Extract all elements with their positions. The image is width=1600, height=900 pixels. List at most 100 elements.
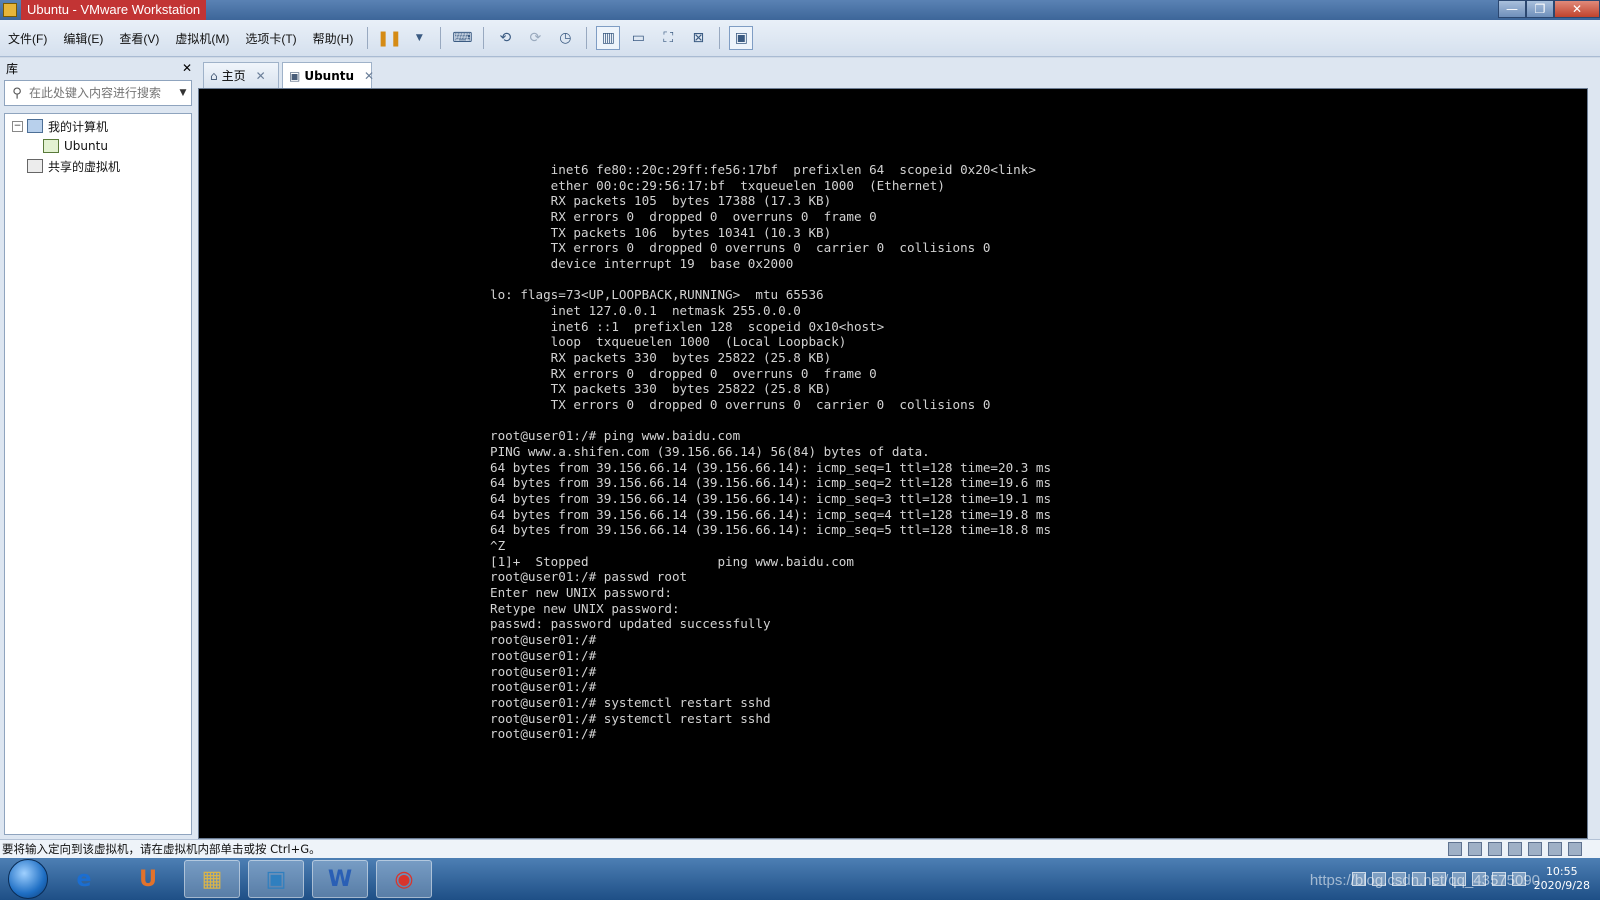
sound-icon[interactable] — [1528, 842, 1542, 856]
terminal-line: root@user01:/# ping www.baidu.com — [490, 428, 741, 444]
tree-item-my-computer[interactable]: − 我的计算机 — [5, 116, 191, 136]
terminal-line: 64 bytes from 39.156.66.14 (39.156.66.14… — [490, 522, 1052, 538]
status-message: 要将输入定向到该虚拟机，请在虚拟机内部单击或按 Ctrl+G。 — [2, 842, 321, 856]
library-search: ⚲ ▼ — [4, 80, 192, 106]
close-button[interactable]: ✕ — [1554, 0, 1600, 18]
security-icon[interactable] — [1411, 872, 1426, 886]
taskbar: e U ▦ ▣ W ◉ https://blog.csdn.net/qq_43575090… — [0, 858, 1600, 900]
update-icon[interactable] — [1431, 872, 1446, 886]
terminal-line: ether 00:0c:29:56:17:bf txqueuelen 1000 … — [490, 177, 945, 193]
vmware-icon[interactable]: ▣ — [248, 860, 304, 898]
terminal-line: 64 bytes from 39.156.66.14 (39.156.66.14… — [490, 475, 1052, 491]
terminal-line: [1]+ Stopped ping www.baidu.com — [490, 553, 854, 569]
start-button[interactable] — [8, 859, 48, 899]
library-header: 库 ✕ — [0, 58, 198, 78]
maximize-button[interactable]: ❐ — [1526, 0, 1554, 18]
toolbar-separator — [719, 27, 721, 49]
menu-vm[interactable]: 虚拟机(M) — [167, 30, 237, 47]
tab-close-icon[interactable]: ✕ — [256, 69, 266, 83]
terminal-line: PING www.a.shifen.com (39.156.66.14) 56(… — [490, 444, 930, 460]
terminal-line: inet6 ::1 prefixlen 128 scopeid 0x10<hos… — [490, 318, 885, 334]
clock-date: 2020/9/28 — [1533, 879, 1590, 892]
vm-console[interactable]: inet6 fe80::20c:29ff:fe56:17bf prefixlen… — [198, 88, 1588, 839]
library-tree: − 我的计算机 Ubuntu 共享的虚拟机 — [4, 113, 192, 835]
terminal-line: root@user01:/# — [490, 663, 597, 679]
window-title: Ubuntu - VMware Workstation — [21, 0, 207, 20]
computer-icon — [27, 119, 43, 133]
console-view-icon[interactable]: ▣ — [729, 26, 754, 50]
display-icon[interactable] — [1548, 842, 1562, 856]
clock[interactable]: 10:55 2020/9/28 — [1534, 865, 1590, 893]
adobe-icon[interactable] — [1471, 872, 1486, 886]
terminal-line: root@user01:/# systemctl restart sshd — [490, 694, 771, 710]
minimize-button[interactable]: — — [1498, 0, 1526, 18]
terminal-line: root@user01:/# — [490, 632, 597, 648]
clock-time: 10:55 — [1545, 865, 1578, 878]
tab-home[interactable]: ⌂ 主页 ✕ — [203, 62, 279, 88]
menu-tabs[interactable]: 选项卡(T) — [237, 30, 304, 47]
terminal-line: inet 127.0.0.1 netmask 255.0.0.0 — [490, 303, 801, 319]
printer-icon[interactable] — [1508, 842, 1522, 856]
terminal-line: TX errors 0 dropped 0 overruns 0 carrier… — [490, 240, 991, 256]
message-icon[interactable] — [1568, 842, 1582, 856]
terminal-line: root@user01:/# systemctl restart sshd — [490, 710, 771, 726]
tab-ubuntu[interactable]: ▣ Ubuntu ✕ — [282, 62, 374, 88]
home-icon: ⌂ — [210, 68, 218, 83]
thumbnail-bar-icon[interactable]: ▭ — [626, 26, 650, 50]
tab-close-icon[interactable]: ✕ — [364, 69, 374, 83]
title-bar: Ubuntu - VMware Workstation — ❐ ✕ — [0, 0, 1600, 20]
toolbar-separator — [440, 27, 442, 49]
menu-file[interactable]: 文件(F) — [0, 30, 55, 47]
menu-help[interactable]: 帮助(H) — [305, 30, 362, 47]
cd-drive-icon[interactable] — [1468, 842, 1482, 856]
terminal-line: TX packets 106 bytes 10341 (10.3 KB) — [490, 224, 832, 240]
menu-edit[interactable]: 编辑(E) — [55, 30, 111, 47]
tree-label: 共享的虚拟机 — [48, 159, 121, 174]
volume-icon[interactable] — [1511, 872, 1526, 886]
explorer-icon[interactable]: ▦ — [184, 860, 240, 898]
pause-icon[interactable]: ❚❚ — [377, 26, 402, 50]
snapshot-icon[interactable]: ⟲ — [493, 26, 517, 50]
tree-item-shared-vms[interactable]: 共享的虚拟机 — [5, 156, 191, 176]
tree-label: 我的计算机 — [48, 119, 109, 134]
tree-item-ubuntu[interactable]: Ubuntu — [5, 136, 191, 156]
send-ctrl-alt-del-icon[interactable]: ⌨ — [450, 26, 474, 50]
pause-dropdown-icon[interactable]: ▼ — [407, 26, 431, 50]
fullscreen-icon[interactable]: ⛶ — [656, 26, 680, 50]
library-close-icon[interactable]: ✕ — [182, 61, 192, 75]
search-dropdown-icon[interactable]: ▼ — [175, 88, 191, 98]
taskbar-items: e U ▦ ▣ W ◉ — [48, 860, 432, 898]
terminal-line: loop txqueuelen 1000 (Local Loopback) — [490, 334, 847, 350]
menu-view[interactable]: 查看(V) — [111, 30, 167, 47]
keyboard-icon[interactable] — [1351, 872, 1366, 886]
snapshot-manager-icon[interactable]: ◷ — [553, 26, 577, 50]
terminal-line: TX packets 330 bytes 25822 (25.8 KB) — [490, 381, 832, 397]
menu-bar: 文件(F) 编辑(E) 查看(V) 虚拟机(M) 选项卡(T) 帮助(H) ❚❚… — [0, 20, 1600, 57]
status-bar: 要将输入定向到该虚拟机，请在虚拟机内部单击或按 Ctrl+G。 — [0, 839, 1600, 858]
revert-snapshot-icon[interactable]: ⟳ — [523, 26, 547, 50]
terminal-line: RX errors 0 dropped 0 overruns 0 frame 0 — [490, 365, 877, 381]
terminal-line: root@user01:/# — [490, 647, 597, 663]
word-icon[interactable]: W — [312, 860, 368, 898]
network-icon[interactable] — [1488, 842, 1502, 856]
right-edge-strip — [1588, 88, 1600, 839]
show-library-icon[interactable]: ▥ — [596, 26, 621, 50]
terminal-line: RX packets 105 bytes 17388 (17.3 KB) — [490, 193, 832, 209]
hard-disk-icon[interactable] — [1448, 842, 1462, 856]
shared-vm-icon — [27, 159, 43, 173]
terminal-line: 64 bytes from 39.156.66.14 (39.156.66.14… — [490, 459, 1052, 475]
terminal-line: lo: flags=73<UP,LOOPBACK,RUNNING> mtu 65… — [490, 287, 824, 303]
network-tray-icon[interactable] — [1491, 872, 1506, 886]
app-icon[interactable]: ◉ — [376, 860, 432, 898]
library-search-input[interactable] — [29, 86, 175, 100]
vmware-app-icon — [3, 3, 17, 17]
ie-icon[interactable]: e — [56, 860, 112, 898]
collapse-icon[interactable]: − — [12, 120, 23, 132]
search-icon: ⚲ — [12, 85, 22, 101]
app-tray-icon[interactable] — [1451, 872, 1466, 886]
help-icon[interactable] — [1371, 872, 1386, 886]
input-method-icon[interactable] — [1391, 872, 1406, 886]
browser-icon[interactable]: U — [120, 860, 176, 898]
unity-icon[interactable]: ⊠ — [686, 26, 710, 50]
